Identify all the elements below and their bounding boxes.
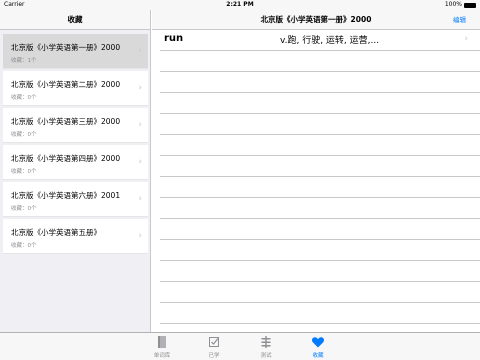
edit-button[interactable]: 编辑 (453, 10, 466, 30)
tab-label: 已学 (208, 353, 220, 359)
book-title: 北京版《小学英语第六册》2001 (11, 191, 121, 200)
tab-word-library[interactable]: 单词库 (142, 335, 182, 359)
empty-row (160, 93, 480, 114)
book-list: 北京版《小学英语第一册》2000 收藏：1个 › 北京版《小学英语第二册》200… (3, 34, 148, 256)
favorite-count: 收藏：0个 (11, 206, 37, 212)
book-title: 北京版《小学英语第四册》2000 (11, 154, 121, 163)
detail-title: 北京版《小学英语第一册》2000 (260, 15, 372, 24)
detail-nav-bar: 北京版《小学英语第一册》2000 编辑 (152, 10, 480, 30)
favorite-count: 收藏：1个 (11, 58, 37, 64)
empty-row (160, 261, 480, 282)
book-icon (158, 336, 166, 348)
favorite-count: 收藏：0个 (11, 95, 37, 101)
tab-learned[interactable]: 已学 (194, 335, 234, 359)
test-icon (261, 336, 271, 348)
empty-row (160, 135, 480, 156)
battery-percent: 100% (444, 1, 462, 8)
list-item[interactable]: 北京版《小学英语第五册》 收藏：0个 › (3, 219, 148, 254)
heart-icon (312, 337, 324, 348)
empty-row (160, 156, 480, 177)
empty-row (160, 219, 480, 240)
checklist-icon (209, 337, 219, 347)
clock: 2:21 PM (226, 1, 254, 8)
book-title: 北京版《小学英语第一册》2000 (11, 43, 121, 52)
detail-pane: 北京版《小学英语第一册》2000 编辑 run v.跑, 行驶, 运转, 运营,… (152, 10, 480, 332)
favorite-count: 收藏：0个 (11, 132, 37, 138)
battery-indicator: 100% (445, 0, 476, 10)
list-item[interactable]: 北京版《小学英语第六册》2001 收藏：0个 › (3, 182, 148, 217)
list-item[interactable]: 北京版《小学英语第四册》2000 收藏：0个 › (3, 145, 148, 180)
status-bar: Carrier 2:21 PM 100% (0, 0, 480, 10)
empty-row (160, 72, 480, 93)
battery-icon (464, 2, 476, 8)
favorite-count: 收藏：0个 (11, 243, 37, 249)
list-item[interactable]: 北京版《小学英语第一册》2000 收藏：1个 › (3, 34, 148, 69)
chevron-right-icon: › (464, 34, 468, 44)
master-nav-title: 收藏 (0, 10, 150, 30)
word-text: run (164, 33, 184, 44)
chevron-right-icon: › (138, 194, 142, 204)
word-row[interactable]: run v.跑, 行驶, 运转, 运营,... › (160, 30, 480, 51)
tab-test[interactable]: 测试 (246, 335, 286, 359)
favorite-count: 收藏：0个 (11, 169, 37, 175)
book-title: 北京版《小学英语第五册》 (11, 228, 101, 237)
chevron-right-icon: › (138, 83, 142, 93)
book-title: 北京版《小学英语第三册》2000 (11, 117, 121, 126)
tab-label: 收藏 (312, 353, 324, 359)
tab-label: 单词库 (153, 353, 171, 359)
tab-bar: 单词库 已学 测试 收藏 (0, 332, 480, 360)
empty-row (160, 177, 480, 198)
empty-row (160, 51, 480, 72)
empty-row (160, 198, 480, 219)
master-pane: 收藏 北京版《小学英语第一册》2000 收藏：1个 › 北京版《小学英语第二册》… (0, 10, 151, 332)
list-item[interactable]: 北京版《小学英语第三册》2000 收藏：0个 › (3, 108, 148, 143)
chevron-right-icon: › (138, 157, 142, 167)
empty-row (160, 114, 480, 135)
tab-label: 测试 (260, 353, 272, 359)
book-title: 北京版《小学英语第二册》2000 (11, 80, 121, 89)
empty-row (160, 240, 480, 261)
chevron-right-icon: › (138, 231, 142, 241)
empty-row (160, 282, 480, 303)
chevron-right-icon: › (138, 120, 142, 130)
tab-favorites[interactable]: 收藏 (298, 335, 338, 359)
list-item[interactable]: 北京版《小学英语第二册》2000 收藏：0个 › (3, 71, 148, 106)
chevron-right-icon: › (138, 46, 142, 56)
word-definition: v.跑, 行驶, 运转, 运营,... (280, 36, 380, 46)
empty-row (160, 303, 480, 324)
